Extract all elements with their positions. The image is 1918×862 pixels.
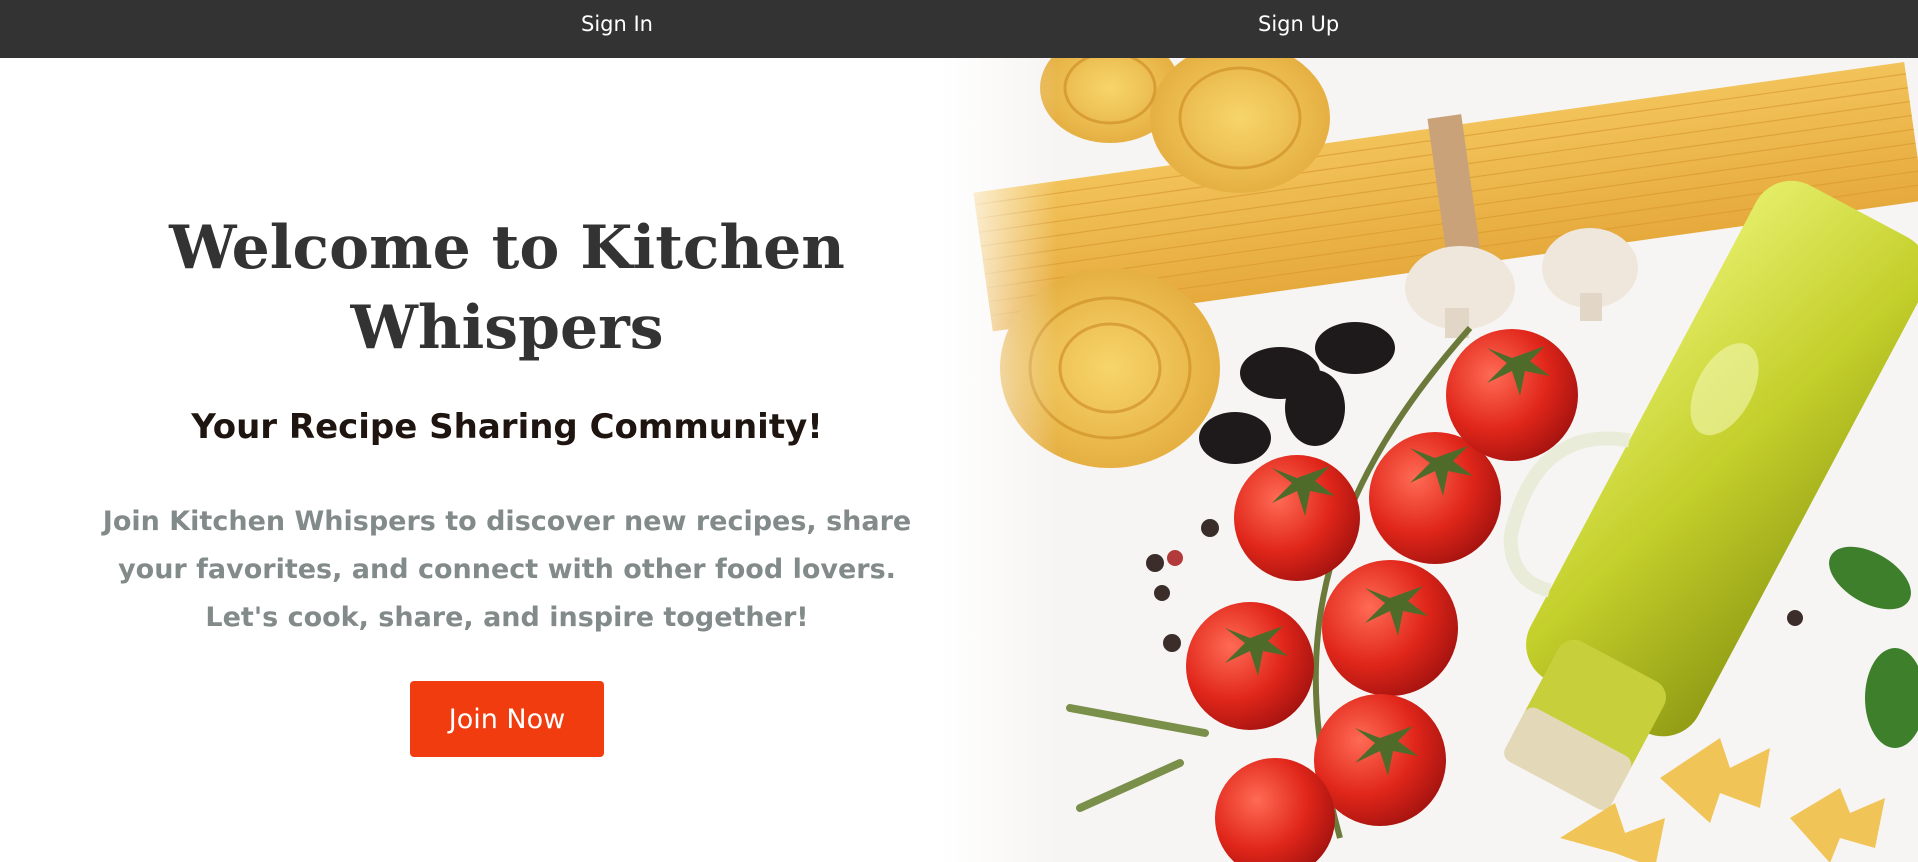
hero-text-block: Welcome to Kitchen Whispers Your Recipe … bbox=[60, 58, 954, 862]
top-navbar: Sign In Sign Up bbox=[0, 0, 1918, 58]
food-illustration bbox=[940, 58, 1918, 862]
sign-in-link[interactable]: Sign In bbox=[581, 0, 653, 48]
hero-subtitle: Your Recipe Sharing Community! bbox=[191, 407, 823, 447]
join-now-button[interactable]: Join Now bbox=[410, 681, 604, 757]
hero-title: Welcome to Kitchen Whispers bbox=[169, 213, 845, 363]
hero-food-image bbox=[940, 58, 1918, 862]
hero-section: Welcome to Kitchen Whispers Your Recipe … bbox=[0, 58, 1918, 862]
hero-description: Join Kitchen Whispers to discover new re… bbox=[102, 506, 912, 633]
sign-up-link[interactable]: Sign Up bbox=[1258, 0, 1339, 48]
